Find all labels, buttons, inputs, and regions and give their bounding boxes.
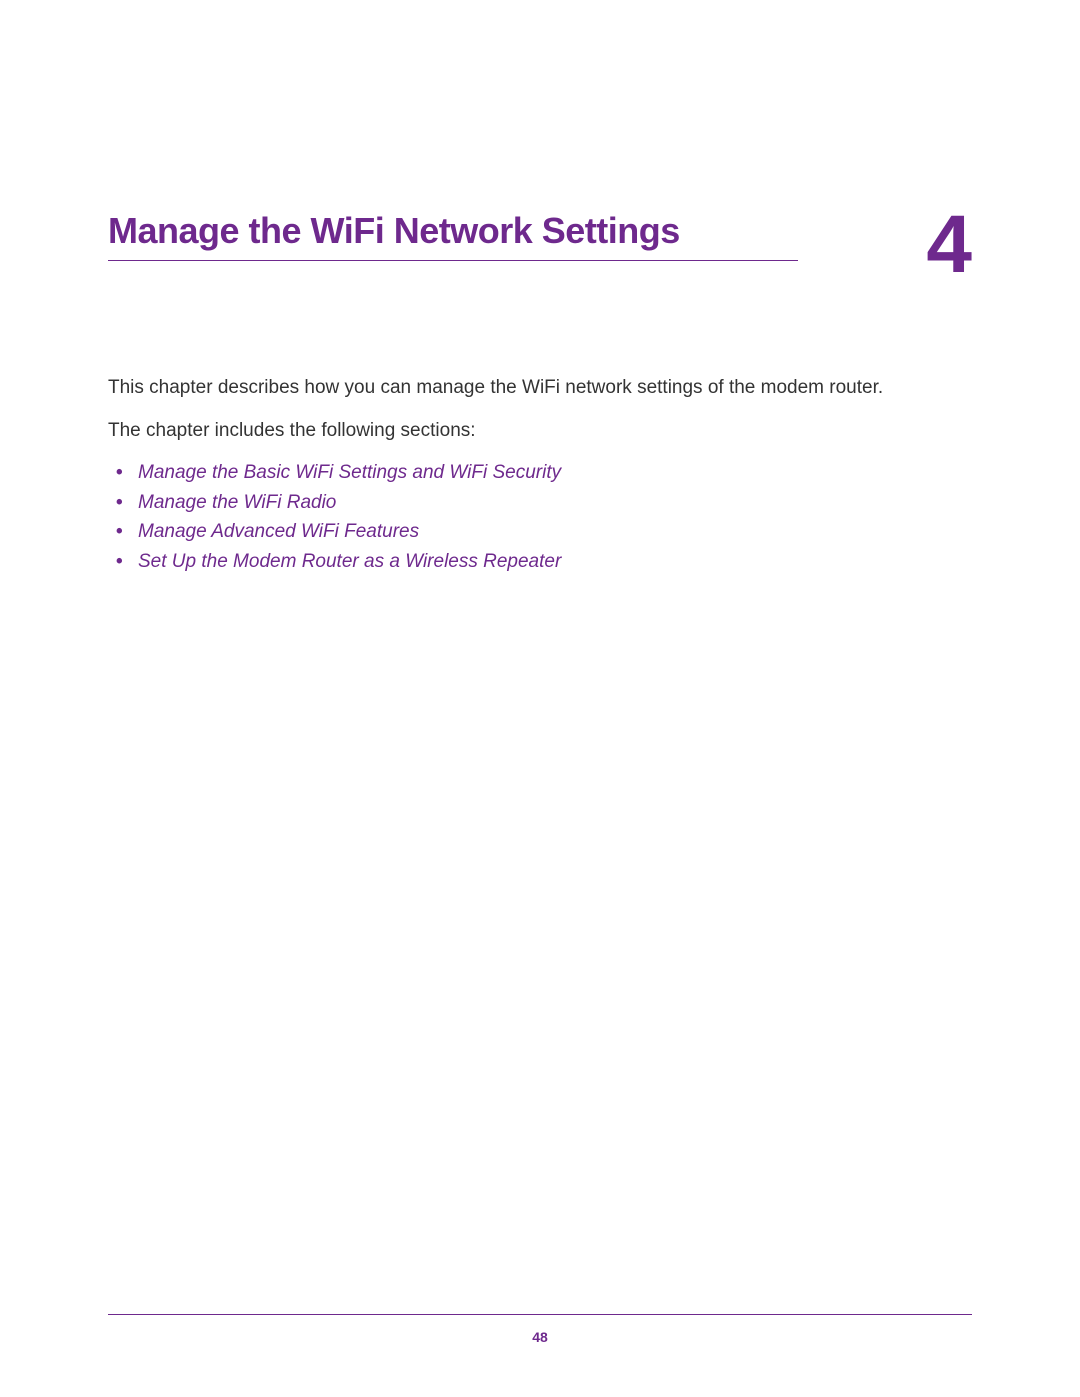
page-number: 48 — [0, 1329, 1080, 1345]
footer-rule — [108, 1314, 972, 1315]
chapter-header: Manage the WiFi Network Settings 4 — [108, 210, 972, 261]
chapter-intro-text: This chapter describes how you can manag… — [108, 375, 972, 402]
sections-intro-text: The chapter includes the following secti… — [108, 418, 972, 445]
section-list: Manage the Basic WiFi Settings and WiFi … — [108, 458, 972, 576]
chapter-number: 4 — [926, 204, 972, 286]
section-link[interactable]: Manage the Basic WiFi Settings and WiFi … — [138, 458, 972, 487]
section-link[interactable]: Set Up the Modem Router as a Wireless Re… — [138, 547, 972, 576]
section-link[interactable]: Manage Advanced WiFi Features — [138, 517, 972, 546]
section-link[interactable]: Manage the WiFi Radio — [138, 488, 972, 517]
chapter-title: Manage the WiFi Network Settings — [108, 210, 798, 261]
